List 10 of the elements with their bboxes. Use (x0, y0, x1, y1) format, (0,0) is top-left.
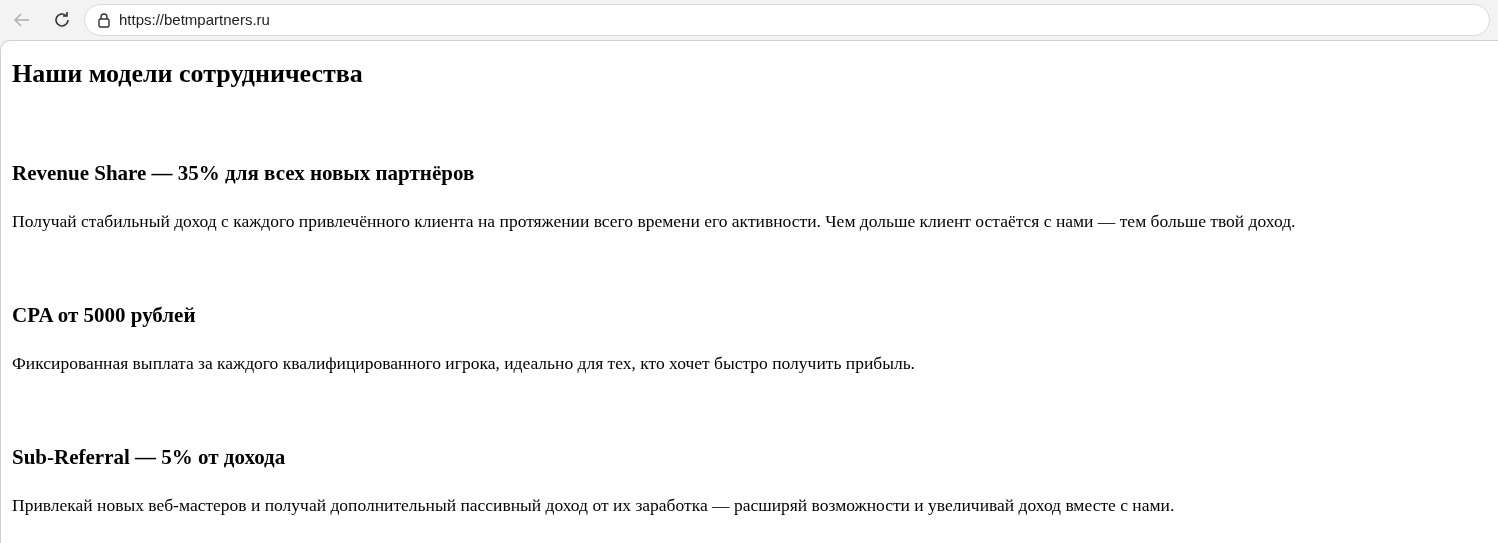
lock-icon (97, 12, 111, 28)
reload-icon (52, 10, 72, 30)
section-text: Получай стабильный доход с каждого привлечённого клиента на протяжении всего времени его активности. Чем дольше клиент остаётся с нами — тем больше твой доход. (12, 211, 1297, 231)
section-heading: Revenue Share — 35% для всех новых партнёров (12, 161, 476, 185)
section-heading: Sub-Referral — 5% от дохода (12, 445, 287, 469)
section-heading: CPA от 5000 рублей (12, 303, 197, 327)
page-title: Наши модели сотрудничества (12, 59, 364, 89)
section-text: Привлекай новых веб-мастеров и получай дополнительный пассивный доход от их заработка — расширяй возможности и увеличивай доход вместе с нами. (12, 495, 1176, 515)
section-text: Фиксированная выплата за каждого квалифицированного игрока, идеально для тех, кто хочет быстро получить прибыль. (12, 353, 916, 373)
address-field[interactable]: https://betmpartners.ru (84, 4, 1490, 36)
